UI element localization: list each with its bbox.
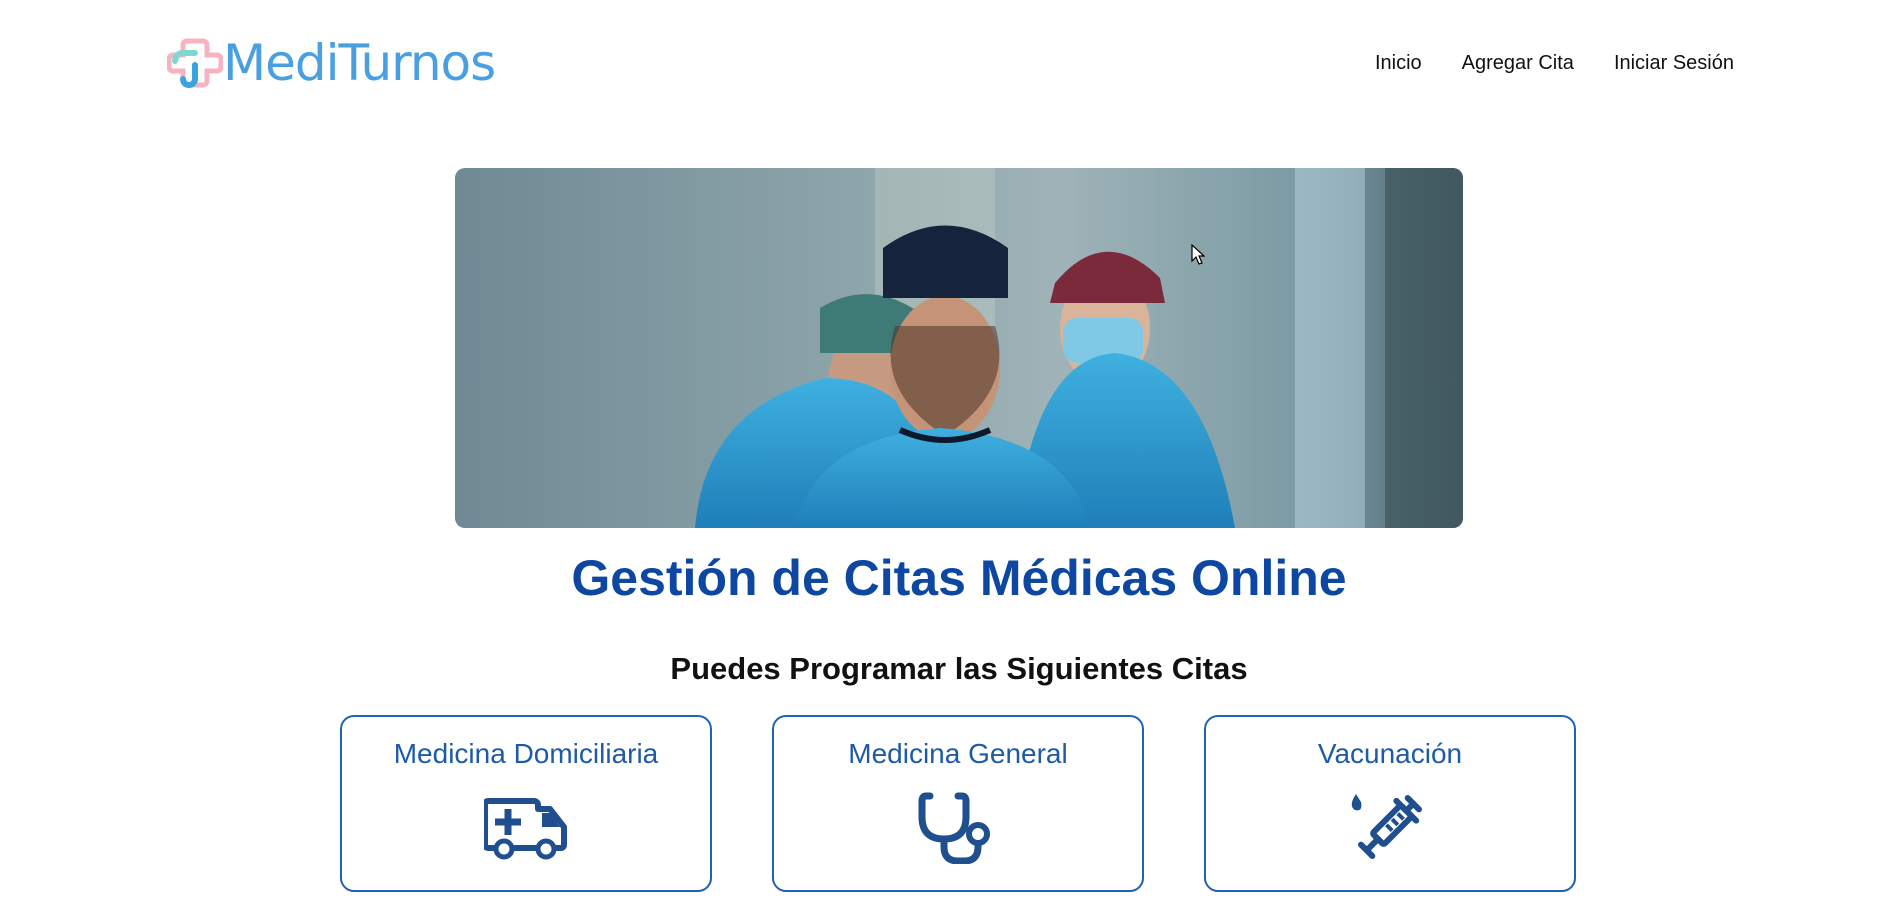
main-nav: Inicio Agregar Cita Iniciar Sesión — [1375, 50, 1734, 76]
nav-link-agregar-cita[interactable]: Agregar Cita — [1462, 50, 1574, 76]
brand-logo[interactable]: MediTurnos — [167, 33, 496, 93]
nav-link-inicio[interactable]: Inicio — [1375, 50, 1422, 76]
syringe-icon — [1348, 790, 1432, 864]
brand-name: MediTurnos — [223, 34, 496, 92]
card-medicina-general[interactable]: Medicina General — [772, 715, 1144, 892]
card-title: Vacunación — [1317, 738, 1463, 769]
ambulance-icon — [484, 790, 568, 864]
site-header: MediTurnos Inicio Agregar Cita Iniciar S… — [0, 0, 1899, 128]
card-title: Medicina Domiciliaria — [393, 738, 659, 769]
stethoscope-icon — [916, 790, 1000, 864]
card-title: Medicina General — [848, 738, 1068, 769]
medical-cross-logo-icon — [167, 38, 223, 88]
mouse-cursor-icon — [1191, 244, 1205, 265]
hero-image — [455, 168, 1463, 528]
nav-link-iniciar-sesion[interactable]: Iniciar Sesión — [1614, 50, 1734, 76]
section-subtitle: Puedes Programar las Siguientes Citas — [670, 651, 1248, 686]
service-cards: Medicina Domiciliaria Medicina General V… — [340, 715, 1576, 892]
page-title: Gestión de Citas Médicas Online — [571, 550, 1347, 606]
card-vacunacion[interactable]: Vacunación — [1204, 715, 1576, 892]
surgeons-photo — [455, 168, 1463, 528]
card-medicina-domiciliaria[interactable]: Medicina Domiciliaria — [340, 715, 712, 892]
